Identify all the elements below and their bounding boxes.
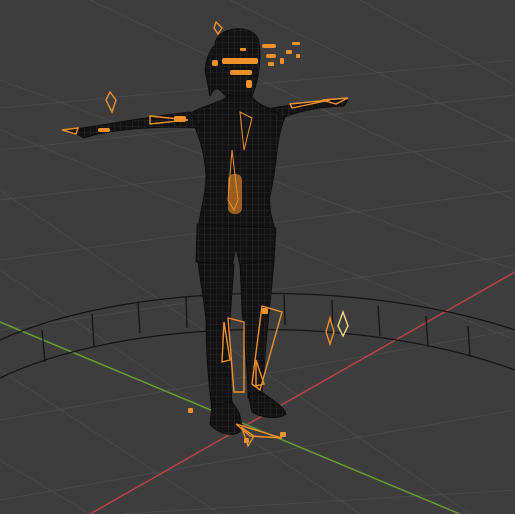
octahedral-bone-icon[interactable]	[213, 20, 223, 36]
leg-left-mesh	[197, 261, 235, 411]
foot-left-mesh	[209, 401, 242, 435]
3d-viewport[interactable]	[0, 0, 515, 514]
character-mesh[interactable]	[66, 28, 349, 435]
arm-left-mesh	[66, 111, 201, 139]
viewport-canvas[interactable]	[0, 0, 515, 514]
shorts-mesh	[195, 223, 277, 267]
octahedral-bone-icon[interactable]	[105, 90, 117, 114]
